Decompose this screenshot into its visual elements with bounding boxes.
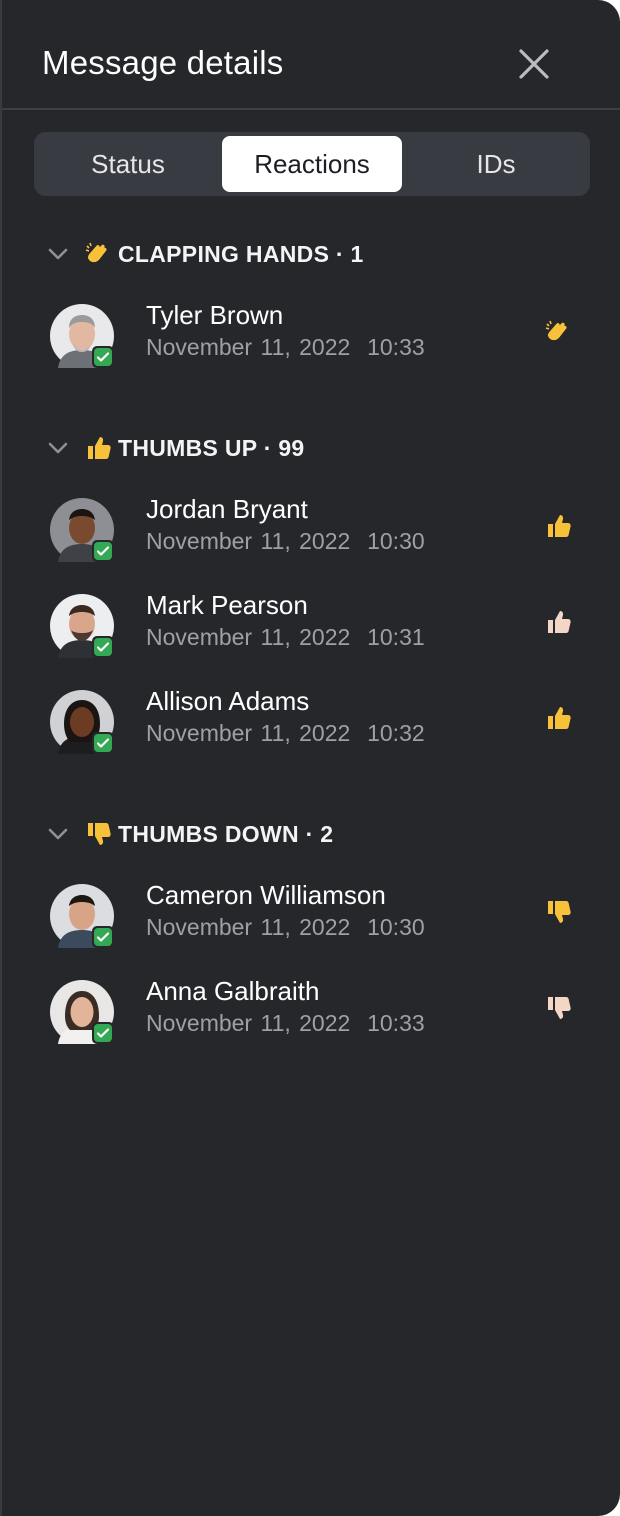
panel-title: Message details — [42, 44, 284, 81]
reaction-timestamp: November 11, 2022 10:30 — [146, 914, 425, 940]
person-name: Cameron Williamson — [146, 880, 386, 910]
message-details-panel: Message details Status Reactions IDs CLA… — [0, 0, 620, 1516]
avatar — [50, 304, 114, 368]
chevron-down-icon[interactable] — [42, 818, 74, 850]
reaction-timestamp: November 11, 2022 10:32 — [146, 720, 425, 746]
person-name: Anna Galbraith — [146, 976, 320, 1006]
list-item[interactable]: Mark Pearson November 11, 2022 10:31 — [2, 588, 620, 668]
avatar — [50, 884, 114, 948]
online-status-badge — [92, 346, 114, 368]
group-header-thumbs-down[interactable]: THUMBS DOWN · 2 — [42, 814, 333, 854]
person-name: Tyler Brown — [146, 300, 284, 330]
list-item[interactable]: Anna Galbraith November 11, 2022 10:33 — [2, 974, 620, 1054]
list-item[interactable]: Cameron Williamson November 11, 2022 10:… — [2, 878, 620, 958]
clapping-hands-icon — [544, 318, 572, 346]
avatar — [50, 980, 114, 1044]
group-label: CLAPPING HANDS · 1 — [118, 240, 364, 267]
reaction-timestamp: November 11, 2022 10:30 — [146, 528, 425, 554]
tab-ids[interactable]: IDs — [402, 136, 590, 192]
thumbs-down-icon — [544, 898, 572, 926]
group-label: THUMBS UP · 99 — [118, 434, 305, 461]
online-status-badge — [92, 540, 114, 562]
thumbs-up-icon — [544, 704, 572, 732]
tab-bar: Status Reactions IDs — [34, 132, 590, 196]
chevron-down-icon[interactable] — [42, 432, 74, 464]
person-name: Mark Pearson — [146, 590, 308, 620]
thumbs-down-light-icon — [544, 994, 572, 1022]
person-name: Allison Adams — [146, 686, 310, 716]
avatar — [50, 498, 114, 562]
reaction-timestamp: November 11, 2022 10:31 — [146, 624, 425, 650]
group-header-clapping-hands[interactable]: CLAPPING HANDS · 1 — [42, 234, 364, 274]
tab-reactions[interactable]: Reactions — [222, 136, 402, 192]
thumbs-up-icon — [544, 512, 572, 540]
group-label: THUMBS DOWN · 2 — [118, 820, 334, 847]
online-status-badge — [92, 732, 114, 754]
list-item[interactable]: Tyler Brown November 11, 2022 10:33 — [2, 298, 620, 378]
online-status-badge — [92, 926, 114, 948]
reaction-timestamp: November 11, 2022 10:33 — [146, 334, 425, 360]
list-item[interactable]: Jordan Bryant November 11, 2022 10:30 — [2, 492, 620, 572]
clapping-hands-icon — [84, 240, 112, 268]
person-name: Jordan Bryant — [146, 494, 308, 524]
panel-header: Message details — [2, 0, 620, 110]
thumbs-up-icon — [84, 434, 112, 462]
list-item[interactable]: Allison Adams November 11, 2022 10:32 — [2, 684, 620, 764]
online-status-badge — [92, 636, 114, 658]
thumbs-down-icon — [84, 820, 112, 848]
group-header-thumbs-up[interactable]: THUMBS UP · 99 — [42, 428, 305, 468]
online-status-badge — [92, 1022, 114, 1044]
chevron-down-icon[interactable] — [42, 238, 74, 270]
thumbs-up-light-icon — [544, 608, 572, 636]
tab-status[interactable]: Status — [34, 136, 222, 192]
avatar — [50, 690, 114, 754]
close-icon[interactable] — [514, 44, 554, 84]
reaction-timestamp: November 11, 2022 10:33 — [146, 1010, 425, 1036]
avatar — [50, 594, 114, 658]
